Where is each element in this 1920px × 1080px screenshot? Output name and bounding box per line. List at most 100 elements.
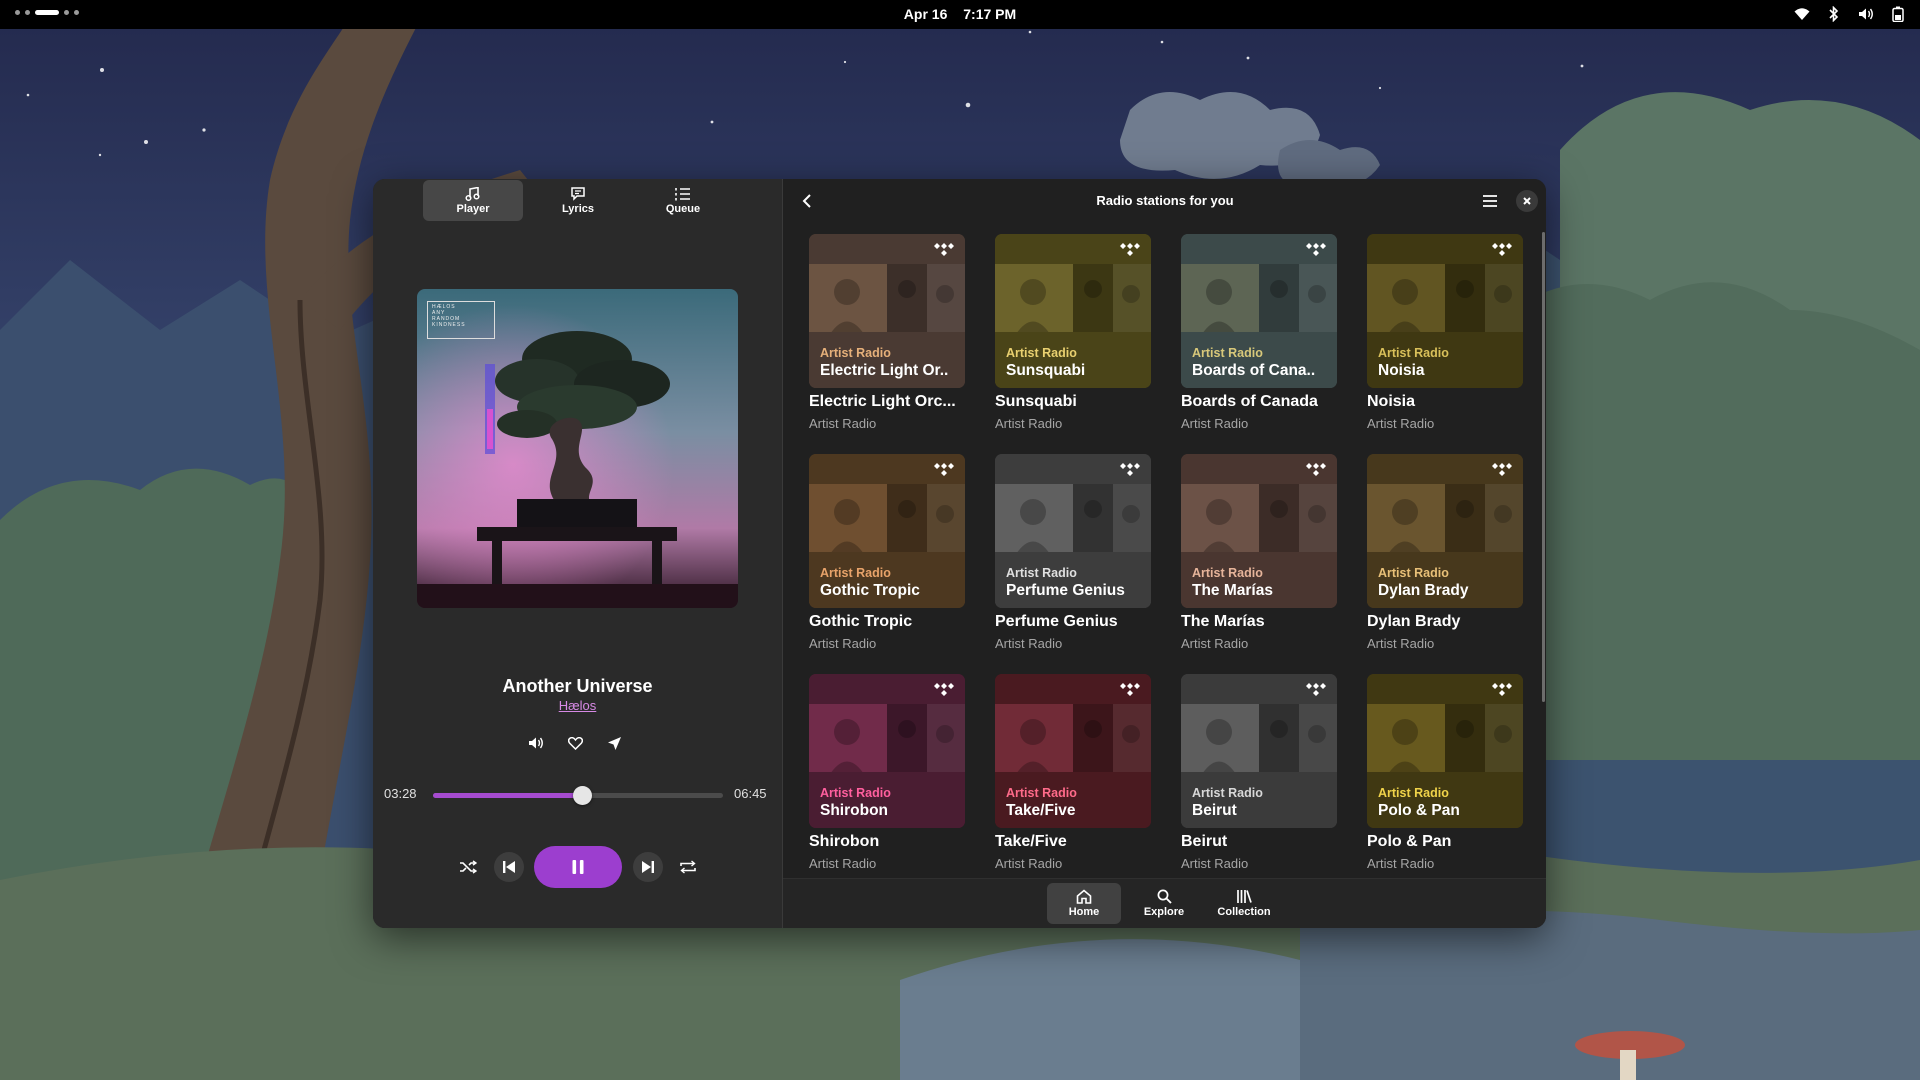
station-thumbnail[interactable]: Artist Radio Electric Light Or.. (809, 234, 965, 388)
station-title[interactable]: Shirobon (809, 833, 965, 851)
station-subtitle: Artist Radio (809, 636, 877, 651)
tab-lyrics[interactable]: Lyrics (528, 180, 628, 221)
track-actions (525, 732, 625, 754)
repeat-icon (680, 860, 696, 874)
tab-lyrics-label: Lyrics (561, 202, 594, 215)
station-subtitle: Artist Radio (995, 416, 1063, 431)
workspace-dot-active[interactable] (35, 10, 59, 15)
shuffle-button[interactable] (453, 852, 483, 882)
station-type-badge: Artist Radio (1192, 566, 1263, 580)
station-overlay-name: Take/Five (1006, 802, 1076, 819)
station-thumbnail[interactable]: Artist Radio The Marías (1181, 454, 1337, 608)
close-window-button[interactable] (1516, 190, 1538, 212)
battery-icon[interactable] (1888, 4, 1908, 24)
workspace-dot[interactable] (25, 10, 30, 15)
radio-station-card[interactable]: Artist Radio The Marías The Marías Artist R… (1181, 454, 1337, 654)
station-title[interactable]: Electric Light Orc... (809, 393, 965, 411)
track-artist-link[interactable]: Hælos (373, 698, 782, 713)
clock-time: 7:17 PM (963, 6, 1017, 22)
nav-collection-label: Collection (1217, 906, 1271, 918)
station-thumbnail[interactable]: Artist Radio Beirut (1181, 674, 1337, 828)
station-title[interactable]: Perfume Genius (995, 613, 1151, 631)
repeat-button[interactable] (673, 852, 703, 882)
main-menu-button[interactable] (1478, 189, 1502, 213)
station-title[interactable]: Polo & Pan (1367, 833, 1523, 851)
radio-station-card[interactable]: Artist Radio Dylan Brady Dylan Brady Artist… (1367, 454, 1523, 654)
home-icon (1076, 889, 1092, 904)
volume-button[interactable] (525, 732, 547, 754)
tab-queue[interactable]: Queue (633, 180, 733, 221)
tidal-logo-icon (934, 683, 954, 696)
station-title[interactable]: Sunsquabi (995, 393, 1151, 411)
station-thumbnail[interactable]: Artist Radio Sunsquabi (995, 234, 1151, 388)
radio-station-card[interactable]: Artist Radio Sunsquabi Sunsquabi Artist Rad… (995, 234, 1151, 434)
station-title[interactable]: Noisia (1367, 393, 1523, 411)
station-title[interactable]: Dylan Brady (1367, 613, 1523, 631)
station-type-badge: Artist Radio (1006, 346, 1077, 360)
station-thumbnail[interactable]: Artist Radio Noisia (1367, 234, 1523, 388)
station-title[interactable]: The Marías (1181, 613, 1337, 631)
radio-station-card[interactable]: Artist Radio Take/Five Take/Five Artist Rad… (995, 674, 1151, 874)
station-title[interactable]: Take/Five (995, 833, 1151, 851)
volume-icon[interactable] (1856, 4, 1876, 24)
seek-bar-handle[interactable] (572, 786, 592, 805)
favorite-button[interactable] (564, 732, 586, 754)
browse-scrollbar[interactable] (1542, 232, 1545, 702)
clock-date: Apr 16 (903, 6, 948, 22)
workspace-indicator[interactable] (15, 10, 79, 15)
top-bar: Apr 16 7:17 PM (0, 0, 1920, 29)
radio-station-card[interactable]: Artist Radio Noisia Noisia Artist Radio (1367, 234, 1523, 434)
wifi-icon[interactable] (1792, 4, 1812, 24)
station-overlay-name: Boards of Cana.. (1192, 362, 1316, 379)
page-title: Radio stations for you (1096, 193, 1234, 208)
nav-collection[interactable]: Collection (1207, 883, 1281, 924)
station-title[interactable]: Gothic Tropic (809, 613, 965, 631)
share-button[interactable] (603, 732, 625, 754)
station-thumbnail[interactable]: Artist Radio Boards of Cana.. (1181, 234, 1337, 388)
station-thumbnail[interactable]: Artist Radio Dylan Brady (1367, 454, 1523, 608)
seek-bar[interactable] (433, 786, 723, 805)
radio-station-card[interactable]: Artist Radio Polo & Pan Polo & Pan Artist R… (1367, 674, 1523, 874)
seek-bar-progress (433, 793, 582, 798)
station-thumbnail[interactable]: Artist Radio Polo & Pan (1367, 674, 1523, 828)
radio-station-card[interactable]: Artist Radio Gothic Tropic Gothic Tropic Ar… (809, 454, 965, 654)
station-thumbnail[interactable]: Artist Radio Gothic Tropic (809, 454, 965, 608)
previous-button[interactable] (493, 852, 524, 882)
station-thumbnail[interactable]: Artist Radio Perfume Genius (995, 454, 1151, 608)
station-thumbnail[interactable]: Artist Radio Take/Five (995, 674, 1151, 828)
shuffle-icon (460, 860, 477, 874)
workspace-dot[interactable] (64, 10, 69, 15)
nav-explore[interactable]: Explore (1127, 883, 1201, 924)
radio-station-card[interactable]: Artist Radio Beirut Beirut Artist Radio (1181, 674, 1337, 874)
nav-home[interactable]: Home (1047, 883, 1121, 924)
pause-icon (572, 860, 584, 874)
radio-station-card[interactable]: Artist Radio Boards of Cana.. Boards of Ca… (1181, 234, 1337, 434)
station-title[interactable]: Boards of Canada (1181, 393, 1337, 411)
radio-station-card[interactable]: Artist Radio Electric Light Or.. Electric … (809, 234, 965, 434)
station-subtitle: Artist Radio (1181, 856, 1249, 871)
total-time: 06:45 (734, 786, 767, 801)
nav-home-label: Home (1068, 906, 1100, 918)
next-button[interactable] (632, 852, 663, 882)
music-app-window: Player Lyrics Queue HÆLOS ANY RANDOM KIN… (373, 179, 1546, 928)
radio-station-card[interactable]: Artist Radio Perfume Genius Perfume Genius… (995, 454, 1151, 654)
clock[interactable]: Apr 16 7:17 PM (0, 0, 1920, 29)
album-cover: HÆLOS ANY RANDOM KINDNESS (417, 289, 738, 608)
station-thumbnail[interactable]: Artist Radio Shirobon (809, 674, 965, 828)
tidal-logo-icon (934, 463, 954, 476)
tidal-logo-icon (1120, 463, 1140, 476)
tidal-logo-icon (1306, 683, 1326, 696)
workspace-dot[interactable] (74, 10, 79, 15)
station-overlay-name: Shirobon (820, 802, 889, 819)
system-tray[interactable] (1792, 4, 1908, 24)
bluetooth-icon[interactable] (1824, 4, 1844, 24)
workspace-dot[interactable] (15, 10, 20, 15)
radio-station-card[interactable]: Artist Radio Shirobon Shirobon Artist Radio (809, 674, 965, 874)
search-icon (1157, 889, 1172, 904)
pause-button[interactable] (534, 846, 622, 888)
player-tabs: Player Lyrics Queue (423, 180, 733, 221)
station-title[interactable]: Beirut (1181, 833, 1337, 851)
tab-player[interactable]: Player (423, 180, 523, 221)
station-subtitle: Artist Radio (809, 856, 877, 871)
station-type-badge: Artist Radio (1192, 346, 1263, 360)
